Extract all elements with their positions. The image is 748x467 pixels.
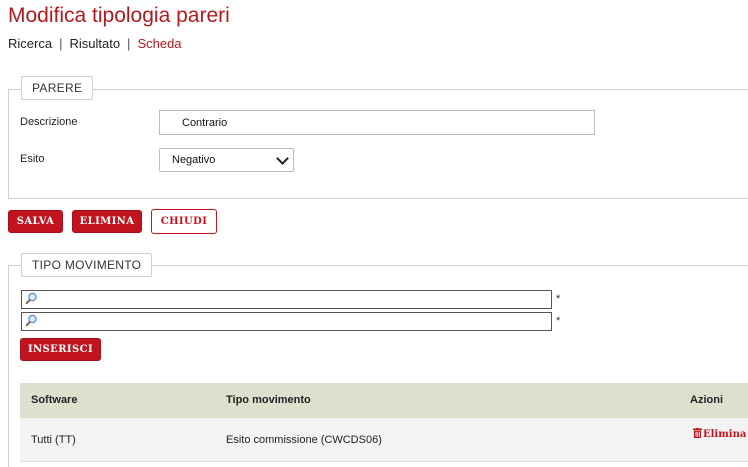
magnifier-icon <box>25 292 37 305</box>
breadcrumb-separator: | <box>59 36 63 51</box>
breadcrumb-scheda[interactable]: Scheda <box>137 36 181 51</box>
breadcrumb: Ricerca | Risultato | Scheda <box>8 36 182 51</box>
software-lookup-input[interactable] <box>21 290 552 309</box>
column-header-tipo-movimento: Tipo movimento <box>226 394 311 406</box>
table-header: Software Tipo movimento Azioni <box>20 383 748 418</box>
esito-select[interactable]: Negativo <box>159 148 294 172</box>
esito-label: Esito <box>20 153 45 165</box>
parere-legend: PARERE <box>21 76 94 100</box>
magnifier-icon <box>25 314 37 327</box>
parere-fieldset <box>8 89 748 199</box>
page-title: Modifica tipologia pareri <box>8 4 230 27</box>
descrizione-label: Descrizione <box>20 116 78 128</box>
esito-selected-value: Negativo <box>172 154 216 166</box>
inserisci-button[interactable]: INSERISCI <box>20 338 101 361</box>
descrizione-input[interactable]: Contrario <box>159 110 595 135</box>
chevron-down-icon <box>276 152 289 165</box>
column-header-software: Software <box>31 394 78 406</box>
breadcrumb-ricerca[interactable]: Ricerca <box>8 36 52 51</box>
trash-icon <box>693 428 702 438</box>
elimina-button[interactable]: ELIMINA <box>72 210 142 233</box>
tipo-movimento-legend: TIPO MOVIMENTO <box>21 253 153 277</box>
salva-button[interactable]: SALVA <box>8 210 63 233</box>
chiudi-button[interactable]: CHIUDI <box>151 209 217 234</box>
cell-tipo-movimento: Esito commissione (CWCDS06) <box>226 434 382 446</box>
column-header-azioni: Azioni <box>690 394 723 406</box>
table-row: Tutti (TT) Esito commissione (CWCDS06) E… <box>20 418 748 462</box>
required-marker: * <box>556 293 561 305</box>
row-delete-label: Elimina <box>703 429 747 440</box>
cell-software: Tutti (TT) <box>31 434 76 446</box>
row-delete-link[interactable]: Elimina <box>693 428 746 440</box>
required-marker: * <box>556 315 561 327</box>
breadcrumb-separator: | <box>127 36 131 51</box>
tipo-movimento-lookup-input[interactable] <box>21 312 552 331</box>
breadcrumb-risultato[interactable]: Risultato <box>69 36 120 51</box>
